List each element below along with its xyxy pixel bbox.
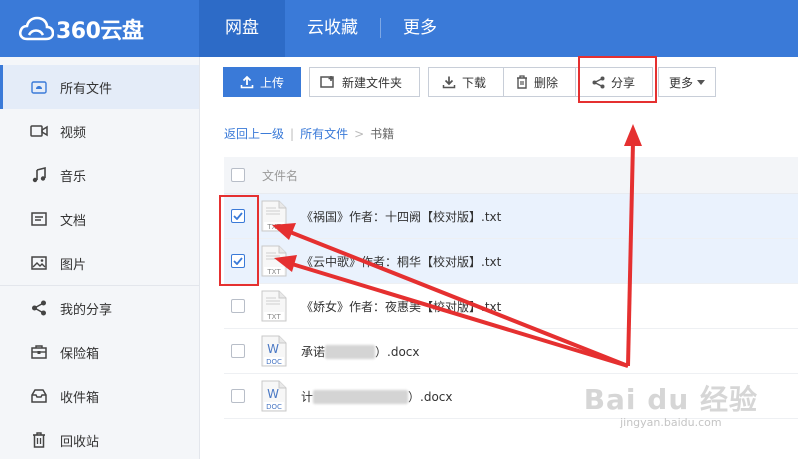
row-checkbox[interactable]	[231, 299, 245, 313]
table-row[interactable]: TXT 《祸国》作者：十四阙【校对版】.txt	[224, 194, 798, 239]
sidebar-item-images[interactable]: 图片	[0, 241, 199, 285]
cloud-logo-icon	[18, 16, 54, 41]
redacted-text	[313, 390, 409, 404]
safe-icon	[30, 343, 48, 361]
upload-label: 上传	[259, 75, 284, 90]
file-name[interactable]: 《祸国》作者：十四阙【校对版】.txt	[301, 208, 501, 225]
file-name[interactable]: 《娇女》作者：夜惠美【校对版】.txt	[301, 298, 501, 315]
sidebar-item-my-shares[interactable]: 我的分享	[0, 286, 199, 330]
column-filename: 文件名	[262, 168, 299, 183]
sidebar-item-recycle-bin[interactable]: 回收站	[0, 418, 199, 459]
file-name-prefix: 计	[301, 389, 314, 404]
txt-file-icon: TXT	[261, 290, 287, 322]
new-folder-label: 新建文件夹	[342, 75, 403, 90]
trash-icon	[516, 75, 528, 89]
top-nav: 网盘 云收藏 更多	[199, 0, 459, 57]
breadcrumb-root-link[interactable]: 所有文件	[300, 125, 348, 142]
sidebar-item-label: 音乐	[60, 169, 87, 185]
sidebar-item-documents[interactable]: 文档	[0, 197, 199, 241]
delete-button[interactable]: 删除	[504, 67, 576, 97]
file-name[interactable]: 计 ）.docx	[301, 388, 453, 405]
nav-tab-netdisk[interactable]: 网盘	[199, 0, 285, 57]
document-icon	[30, 210, 48, 228]
file-name-suffix: ）.docx	[375, 344, 420, 359]
upload-icon	[240, 75, 254, 89]
sidebar-item-label: 我的分享	[60, 302, 113, 318]
video-icon	[30, 122, 48, 140]
sidebar-item-inbox[interactable]: 收件箱	[0, 374, 199, 418]
sidebar-item-label: 回收站	[60, 434, 100, 450]
doc-file-icon: W DOC	[261, 335, 287, 367]
back-link[interactable]: 返回上一级	[224, 125, 284, 142]
breadcrumb-current: 书籍	[370, 127, 395, 141]
sidebar-item-video[interactable]: 视频	[0, 109, 199, 153]
watermark-main: Bai du 经验	[583, 383, 758, 416]
download-label: 下载	[462, 75, 487, 90]
download-button[interactable]: 下载	[428, 67, 504, 97]
row-checkbox[interactable]	[231, 344, 245, 358]
word-glyph: W	[267, 342, 279, 356]
row-checkbox[interactable]	[231, 389, 245, 403]
cloud-icon	[30, 78, 48, 96]
table-header: 文件名	[224, 157, 798, 194]
file-name[interactable]: 《云中歌》作者：桐华【校对版】.txt	[301, 253, 501, 270]
txt-file-icon: TXT	[261, 200, 287, 232]
svg-text:DOC: DOC	[266, 403, 282, 411]
file-name[interactable]: 承诺 ）.docx	[301, 343, 420, 360]
more-label: 更多	[669, 75, 694, 90]
delete-label: 删除	[534, 75, 559, 90]
logo[interactable]: 360云盘	[18, 12, 144, 46]
svg-text:TXT: TXT	[266, 313, 281, 321]
top-bar: 360云盘 网盘 云收藏 更多	[0, 0, 798, 57]
sidebar-item-label: 文档	[60, 213, 87, 229]
new-folder-icon	[320, 75, 336, 89]
svg-text:DOC: DOC	[266, 358, 282, 366]
nav-tab-favorites[interactable]: 云收藏	[285, 0, 380, 57]
logo-text: 360云盘	[56, 19, 144, 44]
breadcrumb-arrow: >	[354, 126, 365, 141]
file-name-prefix: 承诺	[301, 344, 326, 359]
breadcrumb: 返回上一级 | 所有文件 > 书籍	[224, 125, 394, 142]
sidebar-item-safe[interactable]: 保险箱	[0, 330, 199, 374]
image-icon	[30, 254, 48, 272]
sidebar-item-all-files[interactable]: 所有文件	[0, 65, 199, 109]
new-folder-button[interactable]: 新建文件夹	[309, 67, 420, 97]
file-name-suffix: ）.docx	[408, 389, 453, 404]
svg-text:TXT: TXT	[266, 268, 281, 276]
sidebar-item-label: 视频	[60, 125, 87, 141]
baidu-watermark: Bai du 经验 jingyan.baidu.com	[584, 378, 758, 429]
sidebar-item-label: 图片	[60, 257, 87, 273]
music-icon	[30, 166, 48, 184]
svg-text:TXT: TXT	[266, 223, 281, 231]
more-dropdown-button[interactable]: 更多	[658, 67, 716, 97]
download-icon	[442, 75, 456, 89]
arrowhead-share	[624, 124, 642, 146]
breadcrumb-separator: |	[290, 126, 295, 141]
word-glyph: W	[267, 387, 279, 401]
share-highlight-box	[578, 56, 657, 103]
nav-tab-more[interactable]: 更多	[381, 0, 459, 57]
sidebar-item-label: 收件箱	[60, 390, 100, 406]
inbox-icon	[30, 387, 48, 405]
select-all-checkbox[interactable]	[231, 168, 245, 182]
share-icon	[30, 299, 48, 317]
sidebar: 所有文件 视频 音乐 文档 图片 我的分享 保险箱 收件箱 回收站	[0, 57, 200, 459]
upload-button[interactable]: 上传	[223, 67, 301, 97]
checkbox-highlight-box	[219, 195, 259, 286]
doc-file-icon: W DOC	[261, 380, 287, 412]
redacted-text	[325, 345, 376, 359]
sidebar-item-label: 所有文件	[60, 81, 113, 97]
txt-file-icon: TXT	[261, 245, 287, 277]
sidebar-item-music[interactable]: 音乐	[0, 153, 199, 197]
sidebar-item-label: 保险箱	[60, 346, 100, 362]
caret-down-icon	[697, 79, 705, 85]
table-row[interactable]: TXT 《娇女》作者：夜惠美【校对版】.txt	[224, 284, 798, 329]
table-row[interactable]: TXT 《云中歌》作者：桐华【校对版】.txt	[224, 239, 798, 284]
table-row[interactable]: W DOC 承诺 ）.docx	[224, 329, 798, 374]
trash-icon	[30, 431, 48, 449]
